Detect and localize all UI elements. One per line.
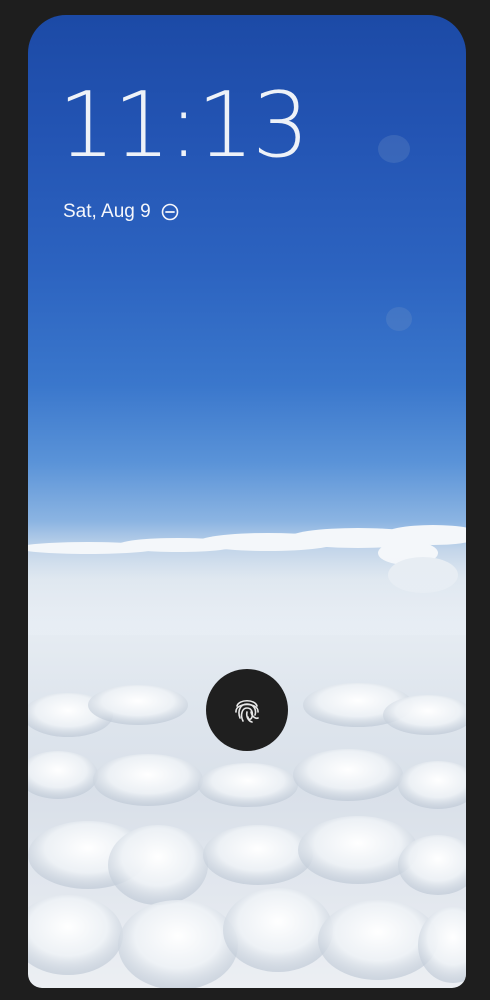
lockscreen-clock: 11:13 <box>58 73 309 178</box>
lock-screen: 11:13 Sat, Aug 9 <box>28 15 466 988</box>
fingerprint-icon <box>235 699 259 723</box>
do-not-disturb-icon <box>161 203 178 221</box>
lockscreen-date: Sat, Aug 9 <box>63 201 151 222</box>
fingerprint-unlock-button[interactable] <box>206 669 288 751</box>
date-row: Sat, Aug 9 <box>63 201 179 223</box>
lens-flare <box>378 135 410 163</box>
phone-frame: 11:13 Sat, Aug 9 <box>0 0 490 1000</box>
lens-flare <box>386 307 412 331</box>
